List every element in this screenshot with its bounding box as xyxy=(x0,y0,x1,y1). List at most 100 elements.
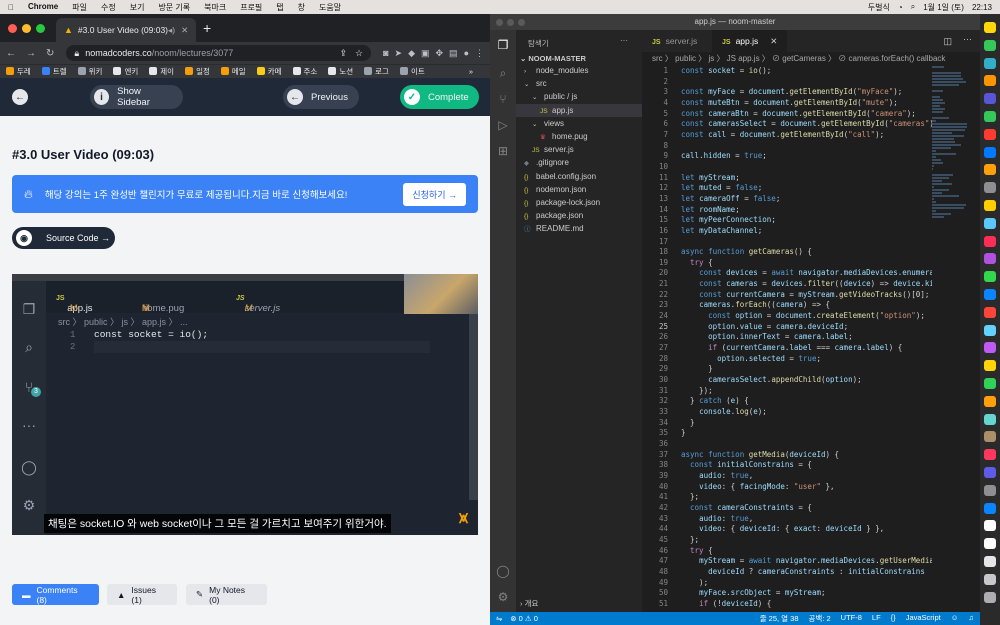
new-tab-button[interactable]: + xyxy=(203,20,211,36)
file-tree-item[interactable]: ⌄ src xyxy=(516,77,642,90)
speaker-icon[interactable]: ◂) xyxy=(168,25,175,36)
dock-app-icon[interactable] xyxy=(984,75,996,87)
code-line[interactable] xyxy=(681,439,932,450)
bookmark-item[interactable]: 메일 xyxy=(220,66,246,77)
dock-app-icon[interactable] xyxy=(984,271,996,283)
menu-item[interactable]: 수정 xyxy=(101,2,116,13)
tab-server-js[interactable]: JS server.js xyxy=(642,30,707,52)
code-line[interactable]: const cameras = devices.filter((device) … xyxy=(681,279,932,290)
code-line[interactable]: }; xyxy=(681,492,932,503)
dock-app-icon[interactable] xyxy=(984,538,996,550)
dock-app-icon[interactable] xyxy=(984,484,996,496)
dock-app-icon[interactable] xyxy=(984,324,996,336)
project-folder[interactable]: ⌄ NOOM-MASTER xyxy=(520,54,586,63)
vscode-zoom-button[interactable] xyxy=(518,19,525,26)
bookmark-item[interactable]: 제이 xyxy=(149,66,174,77)
bookmark-item[interactable]: 위키 xyxy=(77,66,102,77)
code-line[interactable]: const devices = await navigator.mediaDev… xyxy=(681,268,932,279)
account-icon[interactable]: ◯ xyxy=(496,564,510,578)
bookmarks-overflow-icon[interactable]: » xyxy=(469,67,473,76)
reload-icon[interactable]: ↻ xyxy=(46,48,54,59)
dock-app-icon[interactable] xyxy=(984,128,996,140)
remote-icon[interactable]: ⇋ xyxy=(496,614,502,623)
menu-item[interactable]: 탭 xyxy=(276,2,283,13)
previous-button[interactable]: ← Previous xyxy=(283,85,359,109)
file-tree-item[interactable]: JS server.js xyxy=(516,143,642,156)
dock-app-icon[interactable] xyxy=(984,395,996,407)
search-icon[interactable]: ⌕ xyxy=(496,66,510,80)
dock-app-icon[interactable] xyxy=(984,520,996,532)
share-icon[interactable]: ⇪ xyxy=(339,48,347,59)
code-line[interactable]: const cameraConstraints = { xyxy=(681,503,932,514)
more-menu-icon[interactable]: ⋮ xyxy=(475,48,484,59)
close-tab-icon[interactable]: ✕ xyxy=(770,36,777,46)
code-line[interactable]: video: { facingMode: "user" }, xyxy=(681,482,932,493)
dock-app-icon[interactable] xyxy=(984,111,996,122)
file-tree-item[interactable]: ◆ .gitignore xyxy=(516,156,642,169)
code-line[interactable]: }; xyxy=(681,535,932,546)
bookmark-item[interactable]: 주소 xyxy=(292,66,317,77)
dock-app-icon[interactable] xyxy=(984,217,996,229)
menu-item[interactable]: 도움말 xyxy=(319,2,341,13)
dock-app-icon[interactable] xyxy=(984,200,996,211)
menu-items[interactable]: Chrome 파일 수정 보기 방문 기록 북마크 프로필 탭 창 도움말 xyxy=(28,2,355,13)
editor-more-icon[interactable]: ··· xyxy=(963,34,972,44)
dock-app-icon[interactable] xyxy=(984,57,996,69)
cursor-position[interactable]: 줄 25, 열 38 xyxy=(760,613,799,624)
time-label[interactable]: 22:13 xyxy=(972,3,992,12)
bookmark-star-icon[interactable]: ☆ xyxy=(355,48,363,59)
run-debug-icon[interactable]: ▷ xyxy=(496,118,510,132)
code-line[interactable]: call.hidden = true; xyxy=(681,151,932,162)
code-line[interactable]: let myDataChannel; xyxy=(681,226,932,237)
code-line[interactable]: audio: true, xyxy=(681,514,932,525)
bell-icon[interactable]: ♫ xyxy=(968,613,974,624)
back-icon[interactable]: ← xyxy=(6,48,16,59)
code-line[interactable]: } catch (e) { xyxy=(681,396,932,407)
minimize-window-button[interactable] xyxy=(22,24,31,33)
omnibox[interactable]: 🔒︎ nomadcoders.co /noom/lectures/3077 ⇪ … xyxy=(66,45,372,61)
bookmark-item[interactable]: 노션 xyxy=(328,66,353,77)
forward-icon[interactable]: → xyxy=(26,48,36,59)
code-line[interactable]: if (currentCamera.label === camera.label… xyxy=(681,343,932,354)
dock-app-icon[interactable] xyxy=(984,378,996,389)
code-line[interactable]: const camerasSelect = document.getElemen… xyxy=(681,119,932,130)
code-line[interactable]: let muted = false; xyxy=(681,183,932,194)
bookmark-item[interactable]: 일정 xyxy=(185,66,210,77)
code-content[interactable]: const socket = io(); const myFace = docu… xyxy=(681,66,932,609)
menu-item[interactable]: 북마크 xyxy=(204,2,226,13)
input-source-label[interactable]: 두벌식 xyxy=(868,2,890,13)
dock-app-icon[interactable] xyxy=(984,467,996,478)
settings-gear-icon[interactable]: ⚙ xyxy=(496,590,510,604)
dock-app-icon[interactable] xyxy=(984,93,996,105)
file-tree-item[interactable]: {} package-lock.json xyxy=(516,196,642,209)
code-line[interactable]: const currentCamera = myStream.getVideoT… xyxy=(681,290,932,301)
code-line[interactable]: } xyxy=(681,428,932,439)
my-notes-button[interactable]: ✎ My Notes (0) xyxy=(186,584,267,605)
source-code-button[interactable]: ◉ Source Code → xyxy=(12,227,115,249)
zoom-window-button[interactable] xyxy=(36,24,45,33)
search-icon[interactable]: ⌕ xyxy=(911,2,915,12)
dock-app-icon[interactable] xyxy=(984,360,996,372)
code-line[interactable]: camerasSelect.appendChild(option); xyxy=(681,375,932,386)
puzzle-icon[interactable]: ✥ xyxy=(436,48,444,59)
code-line[interactable]: option.innerText = camera.label; xyxy=(681,332,932,343)
dock-app-icon[interactable] xyxy=(984,573,996,585)
language-mode[interactable]: JavaScript xyxy=(906,613,941,624)
vscode-minimize-button[interactable] xyxy=(507,19,514,26)
problems-indicator[interactable]: ⊗ 0 ⚠ 0 xyxy=(510,614,538,623)
file-tree-item[interactable]: ⌄ views xyxy=(516,117,642,130)
code-line[interactable]: }); xyxy=(681,386,932,397)
dock-app-icon[interactable] xyxy=(984,591,996,603)
code-line[interactable]: let myStream; xyxy=(681,173,932,184)
code-line[interactable]: if (!deviceId) { xyxy=(681,599,932,610)
code-line[interactable]: cameras.forEach((camera) => { xyxy=(681,300,932,311)
profile-avatar[interactable]: ● xyxy=(464,48,469,58)
apply-button[interactable]: 신청하기 → xyxy=(403,182,466,206)
code-line[interactable]: async function getMedia(deviceId) { xyxy=(681,450,932,461)
code-line[interactable]: const initialConstrains = { xyxy=(681,460,932,471)
code-line[interactable]: console.log(e); xyxy=(681,407,932,418)
explorer-more-icon[interactable]: ··· xyxy=(620,36,628,45)
file-tree-item[interactable]: › node_modules xyxy=(516,64,642,77)
menu-item[interactable]: Chrome xyxy=(28,2,58,13)
dock-app-icon[interactable] xyxy=(984,306,996,318)
